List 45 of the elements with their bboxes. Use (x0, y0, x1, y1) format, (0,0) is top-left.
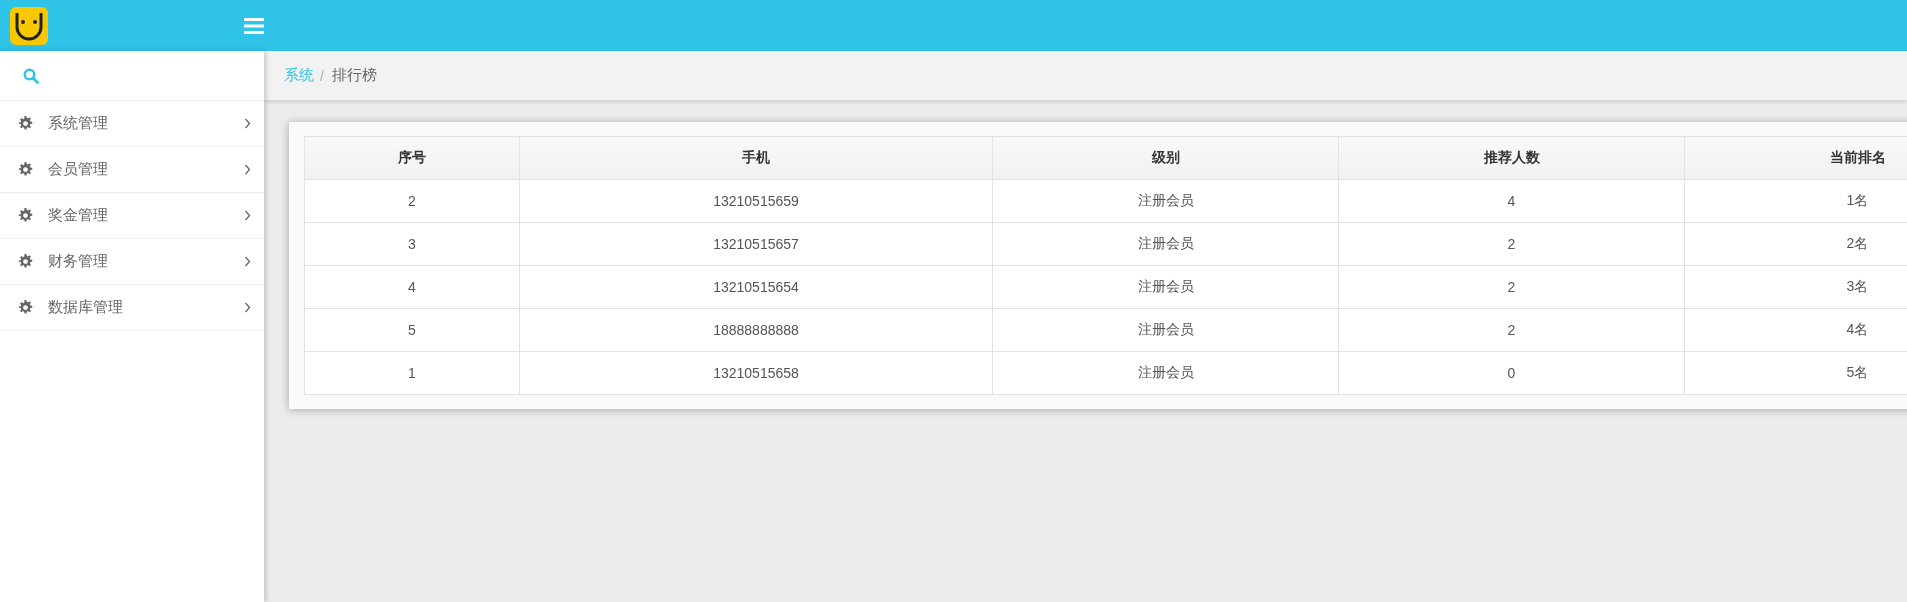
table-cell: 2 (304, 179, 520, 223)
chevron-right-icon (244, 302, 251, 313)
chevron-right-icon (244, 256, 251, 267)
table-cell: 13210515659 (519, 179, 993, 223)
table-cell: 0 (1338, 351, 1685, 395)
breadcrumb-separator: / (320, 67, 324, 84)
gear-icon (18, 300, 33, 315)
table-cell: 18888888888 (519, 308, 993, 352)
gear-icon (18, 208, 33, 223)
gear-icon (18, 162, 33, 177)
table-cell: 13210515657 (519, 222, 993, 266)
table-cell: 注册会员 (992, 179, 1339, 223)
menu-icon[interactable] (244, 17, 264, 34)
table-cell: 2 (1338, 265, 1685, 309)
table-cell: 3 (304, 222, 520, 266)
table-cell: 13210515658 (519, 351, 993, 395)
table-cell: 注册会员 (992, 308, 1339, 352)
table-cell: 注册会员 (992, 222, 1339, 266)
table-cell: 4 (304, 265, 520, 309)
column-header: 手机 (519, 136, 993, 180)
table-cell: 2 (1338, 222, 1685, 266)
gear-icon (18, 116, 33, 131)
table-cell: 4 (1338, 179, 1685, 223)
sidebar-menu-item[interactable]: 会员管理 (0, 147, 264, 193)
smiley-logo-icon (10, 6, 48, 45)
chevron-right-icon (244, 164, 251, 175)
sidebar-menu-item[interactable]: 系统管理 (0, 101, 264, 147)
gear-icon (18, 254, 33, 269)
column-header: 序号 (304, 136, 520, 180)
table-cell: 注册会员 (992, 351, 1339, 395)
column-header: 推荐人数 (1338, 136, 1685, 180)
table-cell: 13210515654 (519, 265, 993, 309)
table-cell: 注册会员 (992, 265, 1339, 309)
sidebar-menu-item[interactable]: 数据库管理 (0, 285, 264, 331)
table-cell: 5 (304, 308, 520, 352)
search-icon[interactable] (23, 67, 39, 84)
chevron-right-icon (244, 118, 251, 129)
breadcrumb-current: 排行榜 (331, 66, 377, 85)
chevron-right-icon (244, 210, 251, 221)
column-header: 级别 (992, 136, 1339, 180)
table-cell: 2 (1338, 308, 1685, 352)
column-header: 当前排名 (1684, 136, 1907, 180)
sidebar-menu-item[interactable]: 奖金管理 (0, 193, 264, 239)
sidebar-menu-item[interactable]: 财务管理 (0, 239, 264, 285)
table-cell: 1 (304, 351, 520, 395)
